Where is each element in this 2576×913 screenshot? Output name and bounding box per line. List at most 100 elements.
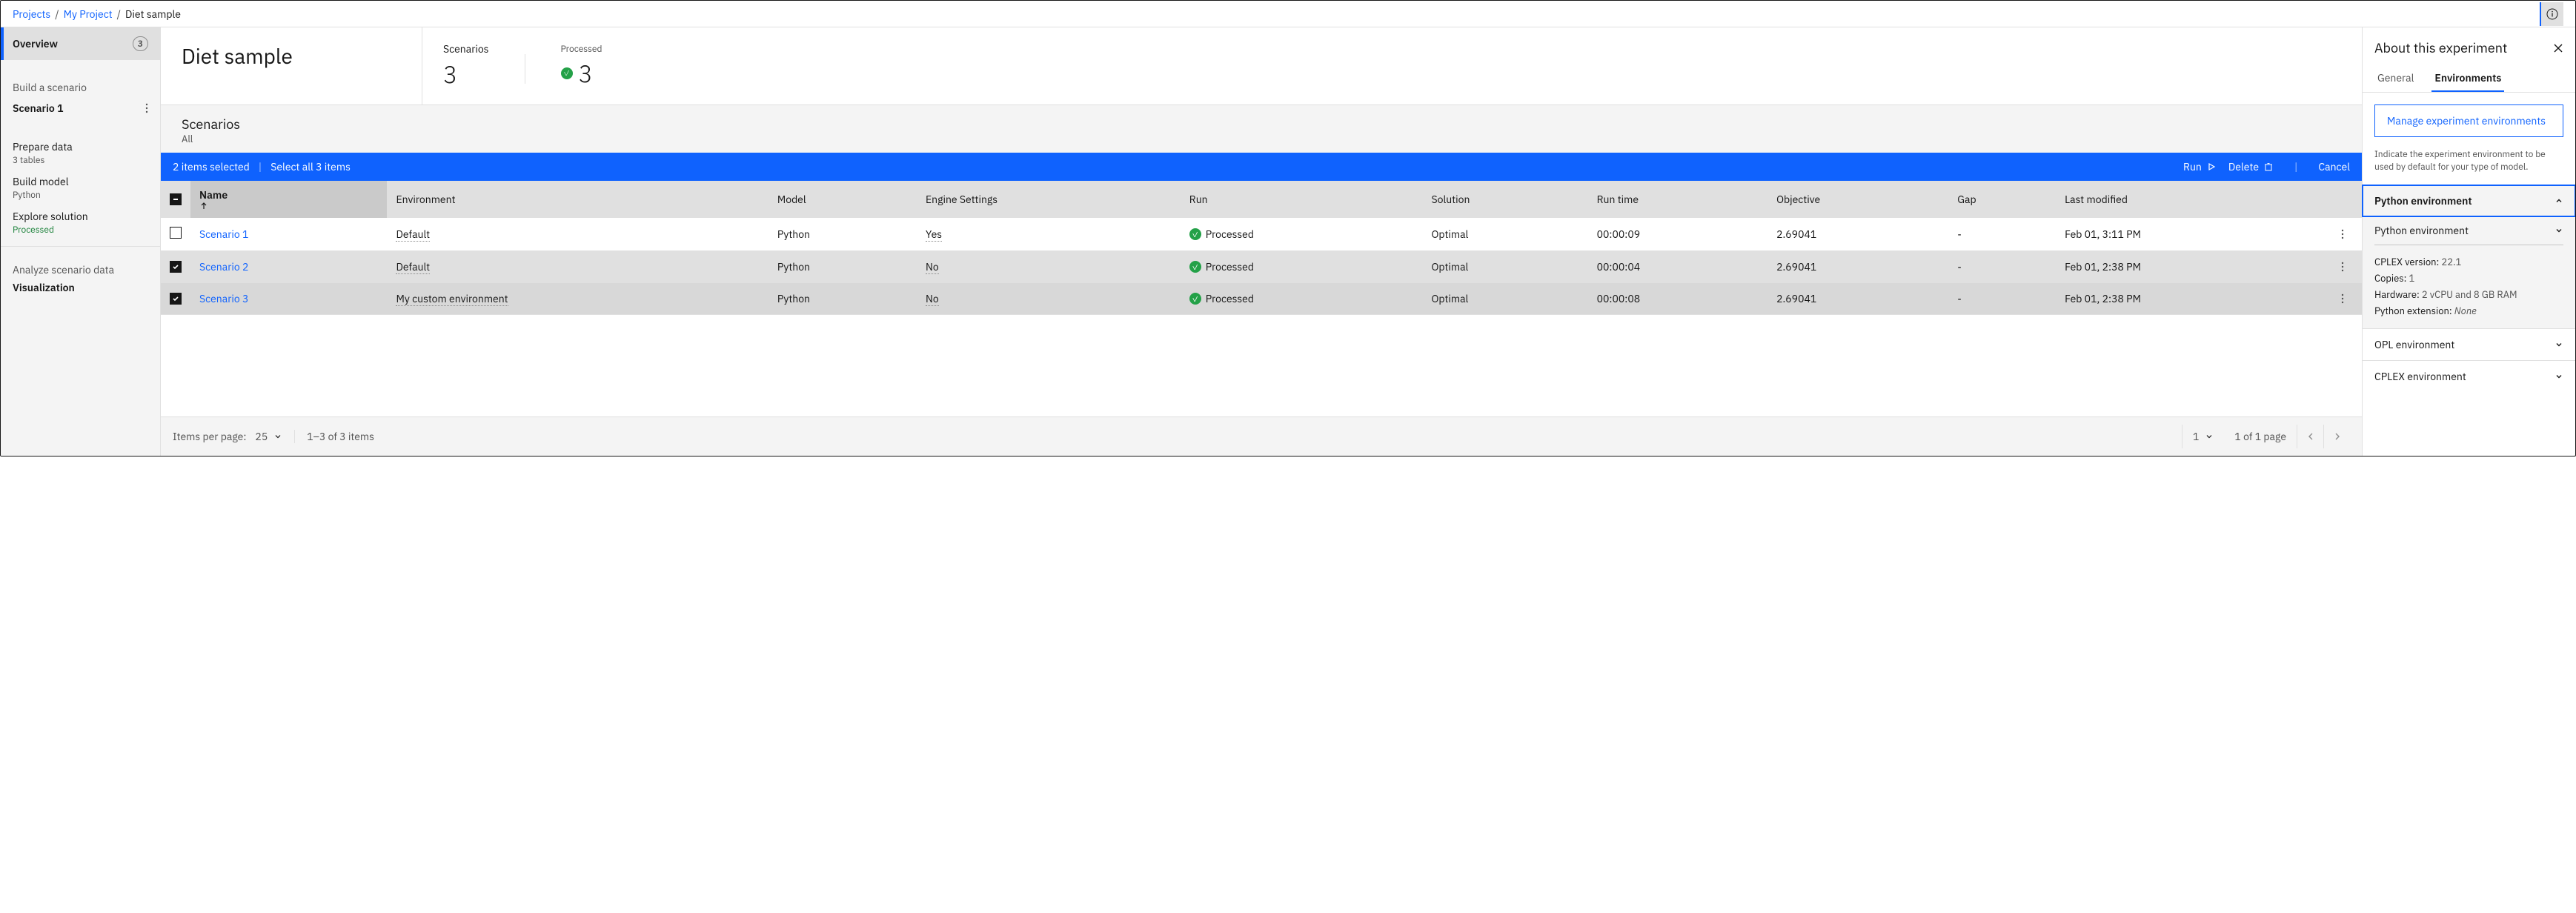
content-header: Diet sample Scenarios 3 Processed ✓ 3: [161, 27, 2362, 105]
row-checkbox[interactable]: [170, 261, 182, 273]
run-action[interactable]: Run: [2183, 160, 2217, 173]
items-per-page-select[interactable]: 25: [255, 430, 295, 443]
next-page-button[interactable]: [2323, 425, 2350, 448]
col-gap[interactable]: Gap: [1948, 181, 2056, 218]
detail-key: CPLEX version:: [2374, 256, 2439, 268]
top-bar: Projects / My Project / Diet sample: [1, 1, 2575, 27]
scenario-link[interactable]: Scenario 3: [199, 292, 248, 305]
runtime-cell: 00:00:04: [1588, 251, 1768, 283]
page-select[interactable]: 1: [2182, 425, 2224, 448]
scenario-link[interactable]: Scenario 1: [199, 228, 248, 241]
sidebar-prepare-data[interactable]: Prepare data 3 tables: [1, 133, 160, 167]
col-engine-settings[interactable]: Engine Settings: [917, 181, 1181, 218]
engine-settings-cell[interactable]: No: [926, 260, 939, 274]
items-per-page-label: Items per page:: [173, 430, 246, 443]
delete-action[interactable]: Delete: [2228, 160, 2274, 173]
run-status: ✓Processed: [1189, 260, 1414, 273]
opl-environment-header[interactable]: OPL environment: [2363, 329, 2575, 360]
checkmark-filled-icon: ✓: [1189, 228, 1201, 240]
stat-label: Scenarios: [443, 42, 489, 56]
panel-tabs: General Environments: [2363, 65, 2575, 93]
gap-cell: -: [1948, 283, 2056, 315]
chevron-down-icon: [2555, 372, 2563, 381]
accordion-title: OPL environment: [2374, 338, 2454, 351]
caret-right-icon: [2334, 432, 2340, 441]
row-checkbox[interactable]: [170, 227, 182, 239]
prev-page-button[interactable]: [2297, 425, 2323, 448]
sidebar-build-model[interactable]: Build model Python: [1, 167, 160, 202]
scenarios-subtitle: All: [182, 133, 2341, 145]
model-cell: Python: [769, 218, 917, 251]
run-status: ✓Processed: [1189, 292, 1414, 305]
sidebar-visualization[interactable]: Visualization: [1, 278, 160, 296]
checkmark-filled-icon: ✓: [561, 67, 573, 79]
objective-cell: 2.69041: [1767, 218, 1948, 251]
sidebar-item-sublabel: 3 tables: [13, 155, 148, 166]
col-last-modified[interactable]: Last modified: [2056, 181, 2332, 218]
opl-environment-item: OPL environment: [2363, 329, 2575, 361]
row-checkbox[interactable]: [170, 293, 182, 305]
environment-cell[interactable]: Default: [396, 260, 430, 274]
breadcrumb: Projects / My Project / Diet sample: [13, 7, 181, 21]
col-actions: [2332, 181, 2362, 218]
breadcrumb-separator: /: [55, 7, 59, 21]
info-button[interactable]: [2540, 2, 2563, 26]
breadcrumb-separator: /: [117, 7, 121, 21]
table-row: Scenario 1 Default Python Yes ✓Processed Opti…: [161, 218, 2362, 251]
run-label: Run: [2183, 160, 2202, 173]
environment-details: CPLEX version: 22.1 Copies: 1 Hardware: …: [2363, 245, 2575, 328]
row-overflow-menu[interactable]: [2332, 251, 2362, 283]
environment-cell[interactable]: Default: [396, 228, 430, 242]
environment-cell[interactable]: My custom environment: [396, 292, 508, 306]
col-model[interactable]: Model: [769, 181, 917, 218]
row-overflow-menu[interactable]: [2332, 283, 2362, 315]
scenario-link[interactable]: Scenario 2: [199, 260, 248, 273]
python-environment-header[interactable]: Python environment: [2363, 185, 2575, 216]
runtime-cell: 00:00:08: [1588, 283, 1768, 315]
sidebar-overview[interactable]: Overview 3: [1, 27, 160, 60]
detail-value: 1: [2409, 272, 2415, 285]
breadcrumb-projects[interactable]: Projects: [13, 7, 50, 21]
objective-cell: 2.69041: [1767, 283, 1948, 315]
col-objective[interactable]: Objective: [1767, 181, 1948, 218]
row-overflow-menu[interactable]: [2332, 218, 2362, 251]
checkmark-filled-icon: ✓: [1189, 261, 1201, 273]
panel-description: Indicate the experiment environment to b…: [2363, 149, 2575, 185]
divider: |: [2294, 160, 2297, 173]
overflow-menu-icon[interactable]: [145, 103, 148, 113]
col-name[interactable]: Name: [190, 181, 387, 218]
tab-general[interactable]: General: [2374, 65, 2417, 92]
cancel-action[interactable]: Cancel: [2318, 160, 2350, 173]
sidebar-item-label: Visualization: [13, 281, 148, 294]
select-all-link[interactable]: Select all 3 items: [270, 160, 351, 173]
sidebar-item-label: Prepare data: [13, 140, 148, 153]
col-run-time[interactable]: Run time: [1588, 181, 1768, 218]
overflow-menu-icon: [2341, 262, 2344, 272]
col-run[interactable]: Run: [1181, 181, 1423, 218]
overflow-menu-icon: [2341, 229, 2344, 239]
solution-cell: Optimal: [1423, 218, 1588, 251]
sidebar-item-label: Build model: [13, 175, 148, 188]
modified-cell: Feb 01, 2:38 PM: [2056, 251, 2332, 283]
detail-key: Copies:: [2374, 272, 2406, 285]
tab-environments[interactable]: Environments: [2431, 65, 2504, 92]
sidebar-item-sublabel: Python: [13, 190, 148, 201]
engine-settings-cell[interactable]: Yes: [926, 228, 942, 242]
col-solution[interactable]: Solution: [1423, 181, 1588, 218]
about-panel: About this experiment General Environmen…: [2362, 27, 2575, 456]
breadcrumb-my-project[interactable]: My Project: [64, 7, 113, 21]
manage-environments-button[interactable]: Manage experiment environments: [2374, 104, 2563, 137]
sidebar-explore-solution[interactable]: Explore solution Processed: [1, 202, 160, 237]
stat-value: 3: [443, 59, 489, 90]
sidebar-scenario-1[interactable]: Scenario 1: [1, 97, 160, 119]
python-environment-select[interactable]: Python environment: [2374, 216, 2563, 245]
select-all-checkbox[interactable]: [170, 193, 182, 205]
stat-scenarios: Scenarios 3: [443, 42, 489, 90]
run-status: ✓Processed: [1189, 228, 1414, 241]
detail-value: 2 vCPU and 8 GB RAM: [2422, 288, 2517, 301]
scenarios-title: Scenarios: [182, 116, 2341, 133]
cplex-environment-header[interactable]: CPLEX environment: [2363, 361, 2575, 392]
engine-settings-cell[interactable]: No: [926, 292, 939, 306]
close-panel-button[interactable]: [2553, 43, 2563, 53]
col-environment[interactable]: Environment: [387, 181, 768, 218]
